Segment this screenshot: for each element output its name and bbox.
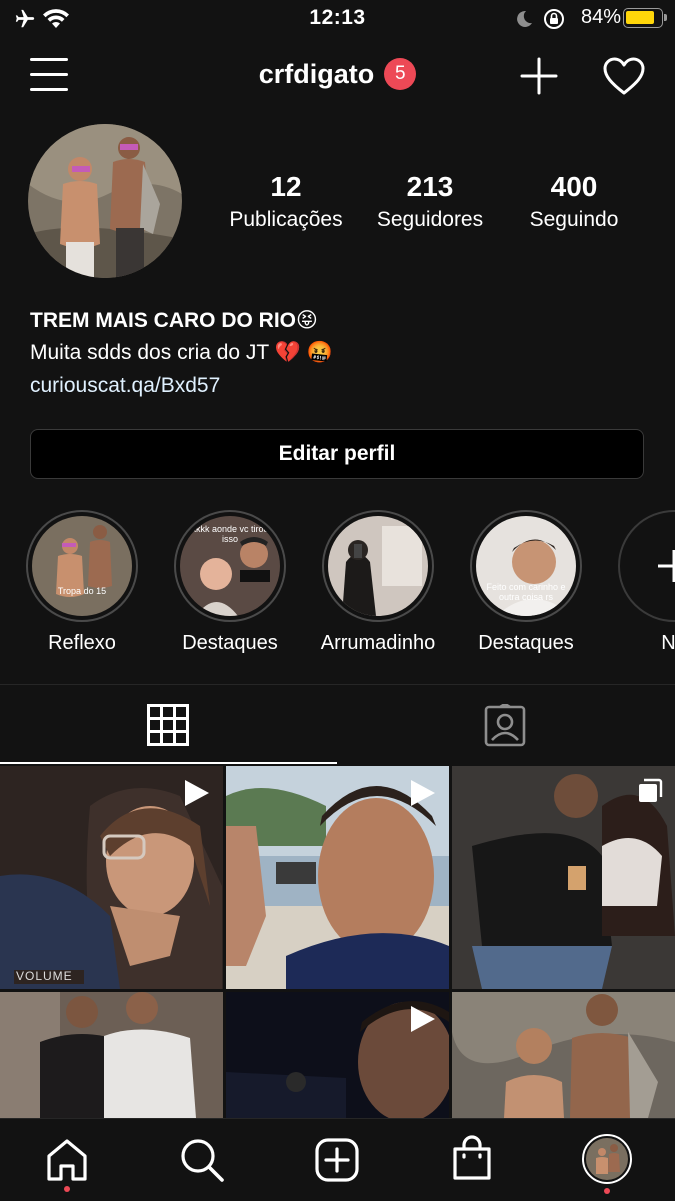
notification-badge[interactable]: 5: [384, 58, 417, 90]
video-icon: [185, 780, 209, 806]
edit-profile-button[interactable]: Editar perfil: [30, 429, 644, 479]
video-icon: [411, 1006, 435, 1032]
profile-header: crfdigato 5: [0, 58, 675, 90]
active-tab-indicator: [0, 762, 337, 764]
grid-icon[interactable]: [147, 704, 189, 746]
highlight-destaques-2-caption: Feito com carinho e outra coisa rs: [486, 582, 566, 602]
profile-active-dot: [604, 1188, 610, 1194]
stat-followers[interactable]: 213 Seguidores: [358, 170, 502, 236]
new-post-icon[interactable]: [315, 1138, 359, 1182]
battery-percent: 84%: [580, 6, 621, 28]
moon-icon: [517, 10, 532, 27]
heart-icon[interactable]: [602, 56, 646, 96]
stat-posts[interactable]: 12 Publicações: [214, 170, 358, 236]
username[interactable]: crfdigato: [259, 59, 375, 90]
post-thumbnail[interactable]: [452, 992, 675, 1118]
post-thumbnail[interactable]: [452, 766, 675, 989]
following-label: Seguindo: [529, 208, 619, 231]
battery-icon: [623, 8, 667, 28]
highlight-destaques[interactable]: kkkk aonde vc tirou isso Destaques: [172, 510, 288, 655]
following-count: 400: [550, 171, 598, 202]
status-time: 12:13: [309, 6, 366, 29]
highlight-destaques-caption: kkkk aonde vc tirou isso: [191, 524, 269, 544]
post-thumbnail[interactable]: [226, 766, 449, 989]
highlight-label: Reflexo: [48, 632, 116, 654]
bio-text: Muita sdds dos cria do JT 💔 🤬: [30, 341, 333, 364]
multiple-posts-icon: [639, 778, 663, 802]
highlight-new[interactable]: No: [616, 510, 675, 655]
home-icon[interactable]: [44, 1137, 90, 1183]
plus-icon[interactable]: [520, 57, 558, 95]
battery-fill: [626, 11, 654, 24]
bottom-navigation: [0, 1118, 675, 1201]
volume-overlay-text: VOLUME: [16, 969, 73, 983]
rotation-lock-icon: [544, 9, 564, 29]
profile-bio: TREM MAIS CARO DO RIO😝 Muita sdds dos cr…: [30, 306, 630, 402]
posts-label: Publicações: [229, 208, 343, 231]
video-icon: [411, 780, 435, 806]
profile-avatar[interactable]: [28, 124, 182, 278]
tagged-icon[interactable]: [483, 704, 527, 748]
stat-following[interactable]: 400 Seguindo: [502, 170, 646, 236]
status-bar: 12:13 84%: [0, 0, 675, 40]
bio-link[interactable]: curiouscat.qa/Bxd57: [30, 370, 630, 402]
bio-name: TREM MAIS CARO DO RIO😝: [30, 309, 318, 332]
followers-count: 213: [406, 171, 454, 202]
highlight-destaques-2[interactable]: Feito com carinho e outra coisa rs Desta…: [468, 510, 584, 655]
highlight-label: Destaques: [182, 632, 278, 654]
plus-icon: [658, 550, 675, 582]
shop-icon[interactable]: [452, 1135, 492, 1181]
post-thumbnail[interactable]: [0, 992, 223, 1118]
profile-tabs: [0, 685, 675, 765]
highlight-label: No: [661, 632, 675, 654]
highlight-label: Destaques: [478, 632, 574, 654]
highlight-reflexo[interactable]: Tropa do 15 Reflexo: [24, 510, 140, 655]
posts-count: 12: [270, 171, 302, 202]
followers-label: Seguidores: [376, 208, 484, 231]
search-icon[interactable]: [178, 1136, 226, 1184]
post-thumbnail[interactable]: VOLUME: [0, 766, 223, 989]
home-active-dot: [64, 1186, 70, 1192]
highlight-label: Arrumadinho: [320, 632, 436, 654]
highlight-reflexo-caption: Tropa do 15: [57, 586, 107, 596]
highlight-arrumadinho[interactable]: Arrumadinho: [320, 510, 436, 655]
post-thumbnail[interactable]: [226, 992, 449, 1118]
profile-avatar[interactable]: [582, 1134, 632, 1184]
